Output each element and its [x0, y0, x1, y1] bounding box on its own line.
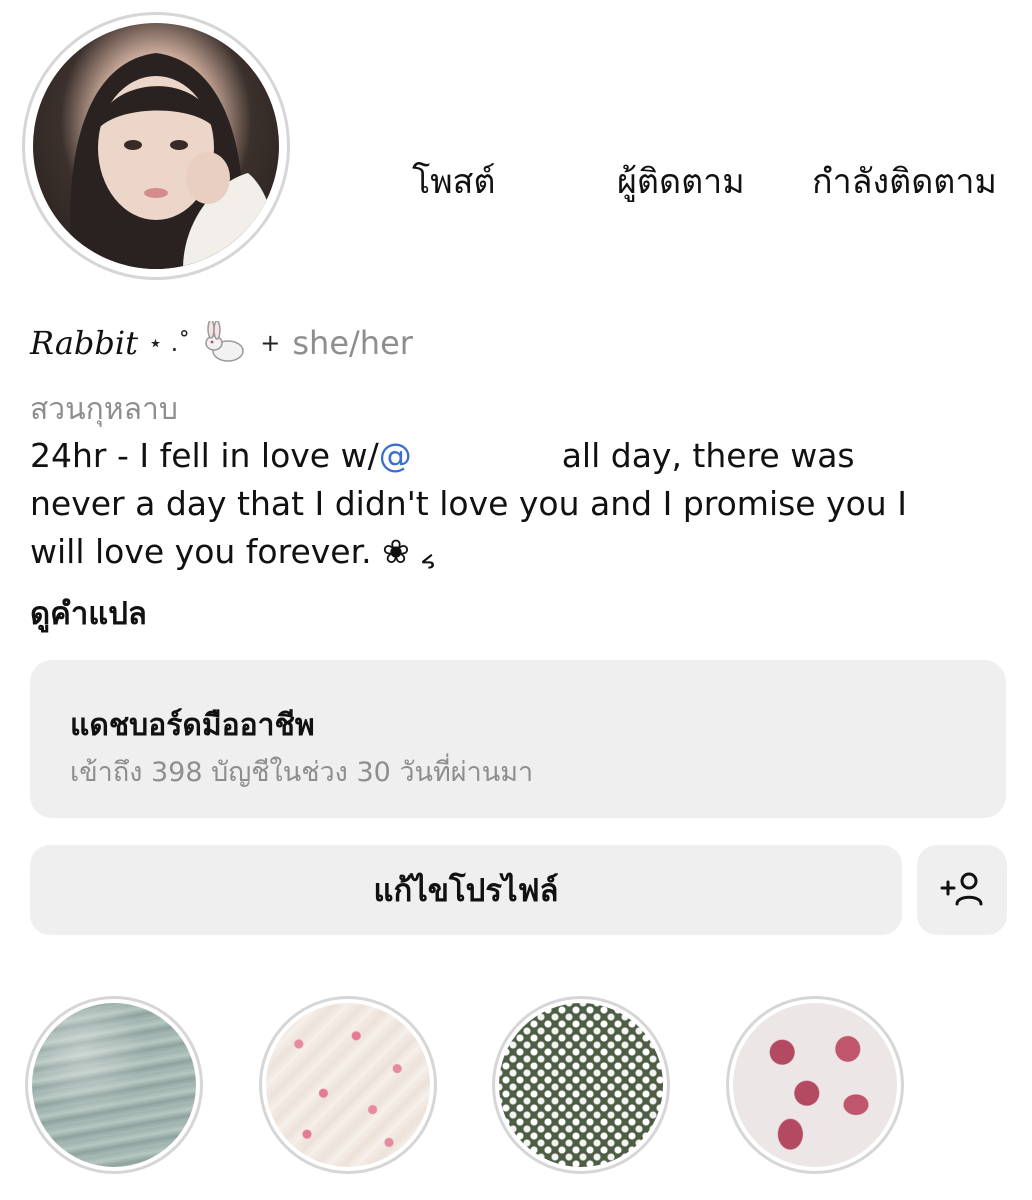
pronouns: she/her [292, 324, 413, 362]
profile-avatar [33, 23, 279, 269]
bio-text: 24hr - I fell in love w/ [30, 436, 379, 475]
highlight-cover-image [266, 1003, 430, 1167]
pronoun-separator: + [260, 329, 281, 357]
rabbit-emoji-icon [200, 319, 250, 365]
highlight-cover-image [499, 1003, 663, 1167]
highlight-cover-image [733, 1003, 897, 1167]
add-person-icon [939, 868, 985, 912]
story-highlight-2[interactable] [259, 996, 437, 1174]
professional-dashboard-card[interactable]: แดชบอร์ดมืออาชีพ เข้าถึง 398 บัญชีในช่วง… [30, 660, 1006, 818]
profile-name-row: Rabbit ⋆ .˚ + she/her [30, 319, 413, 366]
bio-text: all day, there was [561, 436, 855, 475]
profile-avatar-ring[interactable] [22, 12, 290, 280]
dashboard-title: แดชบอร์ดมืออาชีพ [70, 708, 315, 743]
edit-profile-button[interactable]: แก้ไขโปรไฟล์ [30, 845, 902, 935]
story-highlight-4[interactable] [726, 996, 904, 1174]
story-highlight-3[interactable] [492, 996, 670, 1174]
story-highlight-1[interactable] [25, 996, 203, 1174]
bio-line-3: will love you forever. ❀ ៹ [30, 532, 436, 571]
followers-stat-label[interactable]: ผู้ติดตาม [617, 154, 745, 208]
profile-bio: 24hr - I fell in love w/@ all day, there … [30, 432, 1010, 576]
highlight-cover-image [32, 1003, 196, 1167]
avatar-portrait-graphic [70, 53, 279, 269]
dashboard-subtitle: เข้าถึง 398 บัญชีในช่วง 30 วันที่ผ่านมา [70, 757, 534, 788]
following-stat-label[interactable]: กำลังติดตาม [812, 154, 997, 208]
mention-link[interactable]: @ [379, 436, 412, 475]
posts-stat-label[interactable]: โพสต์ [412, 154, 496, 208]
see-translation-link[interactable]: ดูคำแปล [30, 588, 147, 638]
bio-line-1: 24hr - I fell in love w/@ all day, there … [30, 432, 1010, 480]
profile-category: สวนกุหลาบ [30, 392, 178, 427]
name-decoration: ⋆ .˚ [147, 329, 191, 357]
profile-stats: โพสต์ ผู้ติดตาม กำลังติดตาม [380, 154, 1030, 214]
bio-line-2: never a day that I didn't love you and I… [30, 484, 907, 523]
discover-people-button[interactable] [917, 845, 1007, 935]
display-name: Rabbit [30, 324, 138, 362]
